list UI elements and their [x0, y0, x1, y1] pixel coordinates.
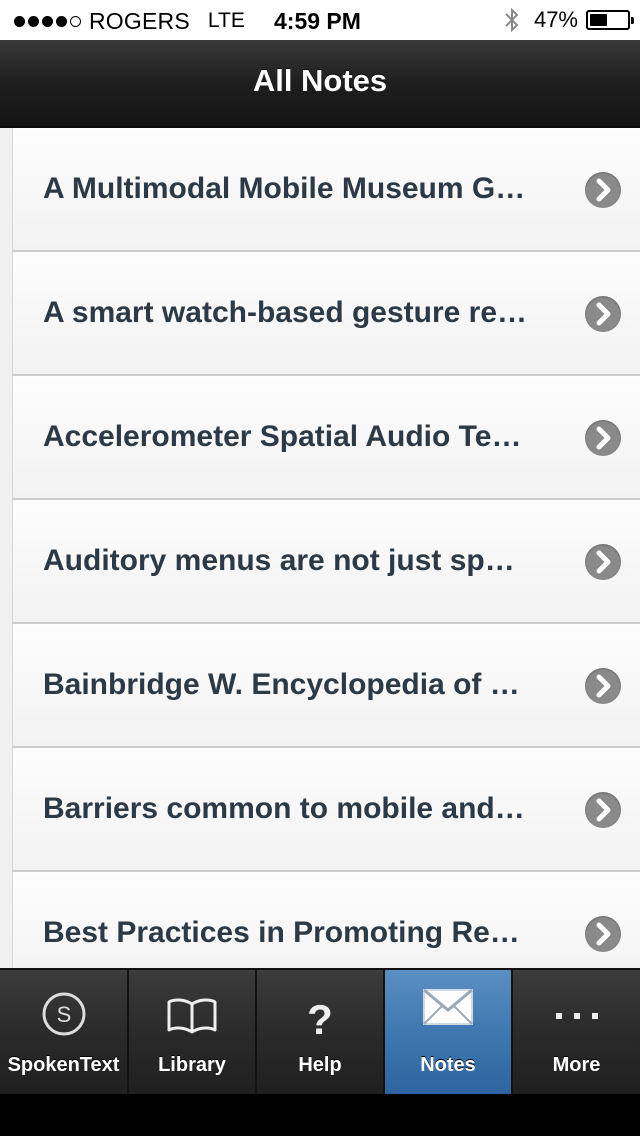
navigation-bar: All Notes — [0, 40, 640, 128]
battery-icon — [586, 10, 634, 30]
tab-label: SpokenText — [7, 1054, 120, 1076]
battery-percent: 47% — [533, 7, 578, 32]
list-item[interactable]: Bainbridge W. Encyclopedia of … — [12, 624, 640, 748]
status-bar: ROGERS LTE 4:59 PM 47% — [0, 0, 640, 40]
spokentext-icon: S — [42, 992, 85, 1036]
tab-notes[interactable]: Notes — [385, 970, 513, 1094]
note-title: Barriers common to mobile and… — [43, 792, 525, 825]
question-mark-icon: ? — [307, 996, 333, 1040]
tab-spokentext[interactable]: S SpokenText — [0, 970, 129, 1094]
list-item[interactable]: Accelerometer Spatial Audio Te… — [12, 376, 640, 500]
bluetooth-icon — [505, 7, 519, 33]
chevron-right-icon[interactable] — [585, 420, 621, 456]
note-title: Bainbridge W. Encyclopedia of … — [43, 668, 520, 701]
svg-text:S: S — [56, 1002, 71, 1027]
bottom-bezel — [0, 1094, 640, 1136]
carrier-group: ROGERS LTE — [14, 7, 245, 35]
list-item[interactable]: Best Practices in Promoting Re… — [12, 872, 640, 968]
chevron-right-icon[interactable] — [585, 296, 621, 332]
tab-label: Library — [158, 1054, 226, 1076]
list-item[interactable]: Barriers common to mobile and… — [12, 748, 640, 872]
page-title: All Notes — [252, 63, 388, 98]
tab-help[interactable]: ? Help — [257, 970, 385, 1094]
tab-label: Notes — [420, 1054, 476, 1076]
note-title: A smart watch-based gesture re… — [43, 296, 528, 329]
note-title: Auditory menus are not just sp… — [43, 544, 515, 577]
chevron-right-icon[interactable] — [585, 172, 621, 208]
battery-fill — [590, 14, 607, 26]
right-status: 47% — [504, 6, 634, 34]
envelope-icon — [423, 988, 473, 1025]
network-type: LTE — [207, 9, 245, 32]
carrier-name: ROGERS — [89, 7, 190, 34]
tab-bar: S SpokenText Library ? Help Notes More — [0, 968, 640, 1096]
tab-label: More — [552, 1054, 601, 1076]
notes-list[interactable]: A Multimodal Mobile Museum G… A smart wa… — [0, 128, 640, 968]
chevron-right-icon[interactable] — [585, 544, 621, 580]
note-title: Best Practices in Promoting Re… — [43, 916, 520, 949]
list-item[interactable]: A Multimodal Mobile Museum G… — [12, 128, 640, 252]
note-title: Accelerometer Spatial Audio Te… — [43, 420, 522, 453]
chevron-right-icon[interactable] — [585, 916, 621, 952]
list-item[interactable]: Auditory menus are not just sp… — [12, 500, 640, 624]
svg-text:?: ? — [307, 996, 333, 1040]
note-title: A Multimodal Mobile Museum G… — [43, 172, 526, 205]
chevron-right-icon[interactable] — [585, 668, 621, 704]
signal-strength-icon — [14, 15, 81, 27]
list-item[interactable]: A smart watch-based gesture re… — [12, 252, 640, 376]
chevron-right-icon[interactable] — [585, 792, 621, 828]
status-time: 4:59 PM — [274, 8, 361, 34]
tab-library[interactable]: Library — [129, 970, 257, 1094]
more-dots-icon — [555, 1013, 598, 1019]
book-icon — [167, 998, 217, 1034]
tab-more[interactable]: More — [513, 970, 640, 1094]
tab-label: Help — [298, 1054, 342, 1076]
